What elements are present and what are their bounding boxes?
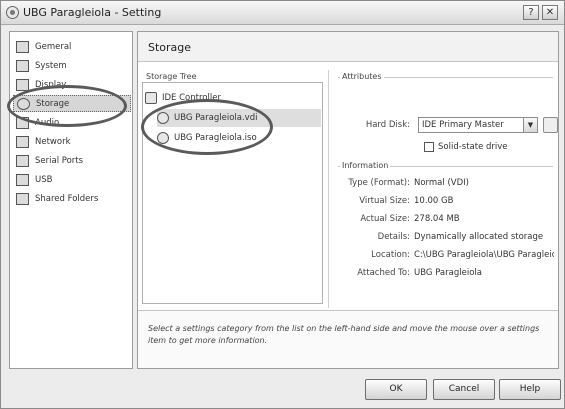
settings-category-list: Gemeral System Display Storage Audio Net… <box>9 31 133 369</box>
cd-icon <box>157 132 169 144</box>
storage-tree: IDE Controller UBG Paragleiola.vdi UBG P… <box>142 82 323 344</box>
info-label: Actual Size: <box>360 214 410 224</box>
sidebar-item-label: Serial Ports <box>35 155 84 166</box>
info-label: Type (Format): <box>348 178 410 188</box>
tree-item-label: UBG Paragleiola.vdi <box>174 113 258 123</box>
sidebar-item-storage[interactable]: Storage <box>13 95 131 112</box>
help-title-button[interactable]: ? <box>523 5 539 20</box>
page-header: Storage <box>138 32 558 62</box>
cancel-button[interactable]: Cancel <box>433 379 495 400</box>
sidebar-item-network[interactable]: Network <box>13 133 131 150</box>
tree-item-hard-disk[interactable]: UBG Paragleiola.vdi <box>157 109 321 127</box>
sidebar-item-serial-ports[interactable]: Serial Ports <box>13 152 131 169</box>
information-label: Information <box>340 161 391 170</box>
window-title: UBG Paragleiola - Setting <box>23 6 162 19</box>
display-icon <box>16 78 29 91</box>
hdd-icon <box>157 112 169 124</box>
folder-icon <box>16 192 29 205</box>
page-title: Storage <box>148 41 192 54</box>
usb-icon <box>16 173 29 186</box>
chip-icon <box>16 59 29 72</box>
settings-page-storage: Storage Storage Tree IDE Controller UBG … <box>137 31 559 369</box>
help-text: Select a settings category from the list… <box>148 324 540 345</box>
tree-item-ide-controller[interactable]: IDE Controller <box>145 89 321 107</box>
solid-state-label: Solid-state drive <box>438 142 508 152</box>
help-panel: Select a settings category from the list… <box>138 310 558 368</box>
ok-button[interactable]: OK <box>365 379 427 400</box>
sidebar-item-usb[interactable]: USB <box>13 171 131 188</box>
disk-icon <box>17 97 30 110</box>
sidebar-item-label: Network <box>35 136 71 147</box>
hard-disk-label: Hard Disk: <box>365 120 410 130</box>
sidebar-item-label: USB <box>35 174 53 185</box>
info-label: Attached To: <box>357 268 410 278</box>
sidebar-item-label: Display <box>35 79 67 90</box>
serial-port-icon <box>16 154 29 167</box>
chevron-down-icon: ▼ <box>523 118 537 132</box>
sidebar-item-label: System <box>35 60 67 71</box>
info-value: Dynamically allocated storage <box>414 232 544 242</box>
info-value: 278.04 MB <box>414 214 460 224</box>
help-button[interactable]: Help <box>499 379 561 400</box>
sidebar-item-label: Audio <box>35 117 60 128</box>
info-label: Details: <box>377 232 410 242</box>
info-value: UBG Paragleiola <box>414 268 482 278</box>
sidebar-item-general[interactable]: Gemeral <box>13 38 131 55</box>
hard-disk-select-value: IDE Primary Master <box>422 120 504 130</box>
info-label: Virtual Size: <box>359 196 410 206</box>
attributes-label: Attributes <box>340 72 384 81</box>
title-bar: UBG Paragleiola - Setting ? ✕ <box>1 1 564 25</box>
app-icon <box>6 6 19 19</box>
sidebar-item-system[interactable]: System <box>13 57 131 74</box>
sidebar-item-shared-folders[interactable]: Shared Folders <box>13 190 131 207</box>
sidebar-item-label: Storage <box>36 98 70 109</box>
solid-state-checkbox[interactable] <box>424 142 434 152</box>
settings-window: UBG Paragleiola - Setting ? ✕ Gemeral Sy… <box>0 0 565 409</box>
controller-icon <box>145 92 157 104</box>
speaker-icon <box>16 116 29 129</box>
sidebar-item-audio[interactable]: Audio <box>13 114 131 131</box>
sidebar-item-display[interactable]: Display <box>13 76 131 93</box>
info-value: Normal (VDI) <box>414 178 469 188</box>
storage-tree-label: Storage Tree <box>144 72 199 81</box>
tree-item-label: IDE Controller <box>162 93 221 103</box>
tree-item-label: UBG Paragleiola.iso <box>174 133 257 143</box>
network-icon <box>16 135 29 148</box>
info-value: C:\UBG Paragleiola\UBG Paragleiola.vdi <box>414 250 554 260</box>
tree-item-cd-image[interactable]: UBG Paragleiola.iso <box>157 129 321 147</box>
choose-disk-button[interactable] <box>543 117 558 133</box>
hard-disk-select[interactable]: IDE Primary Master ▼ <box>418 117 538 133</box>
info-label: Location: <box>371 250 410 260</box>
info-value: 10.00 GB <box>414 196 454 206</box>
sidebar-item-label: Gemeral <box>35 41 72 52</box>
monitor-icon <box>16 40 29 53</box>
sidebar-item-label: Shared Folders <box>35 193 99 204</box>
close-window-button[interactable]: ✕ <box>542 5 558 20</box>
